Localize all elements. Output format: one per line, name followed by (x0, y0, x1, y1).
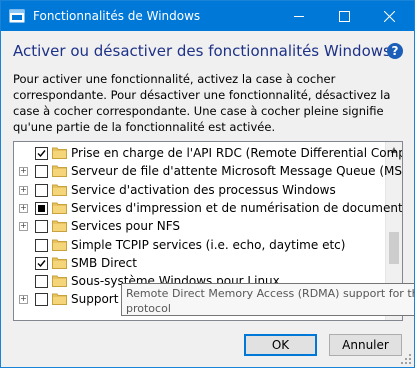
feature-label: Service d'activation des processus Windo… (71, 182, 336, 197)
feature-row[interactable]: + Serveur de file d'attente Microsoft Mes… (14, 162, 402, 180)
windows-features-dialog: Fonctionnalités de Windows Activer ou dé… (0, 0, 415, 368)
plus-expander-icon[interactable]: + (19, 222, 28, 232)
feature-label: Prise en charge de l'API RDC (Remote Dif… (71, 146, 403, 160)
folder-icon (52, 202, 67, 214)
feature-row[interactable]: + Services pour NFS (14, 217, 386, 235)
folder-icon (52, 293, 67, 306)
tooltip-line-1: Remote Direct Memory Access (RDMA) suppo… (126, 287, 415, 300)
tooltip-line-2: protocol (126, 302, 171, 315)
app-window-icon (9, 9, 25, 23)
resize-grip-icon[interactable] (401, 354, 411, 364)
folder-icon (52, 220, 67, 233)
folder-icon (52, 239, 67, 251)
feature-row[interactable]: Prise en charge de l'API RDC (Remote Dif… (14, 144, 402, 162)
feature-label: SMB Direct (71, 255, 137, 270)
folder-icon (52, 184, 67, 196)
feature-checkbox[interactable] (35, 275, 48, 289)
scroll-thumb[interactable] (389, 232, 399, 264)
feature-checkbox[interactable] (35, 183, 48, 197)
feature-label: Services pour NFS (71, 219, 181, 234)
checkmark-icon (37, 150, 46, 158)
folder-icon (52, 257, 67, 269)
feature-label: Services d'impression et de numérisation… (71, 200, 403, 215)
feature-tooltip: Remote Direct Memory Access (RDMA) suppo… (121, 283, 415, 316)
close-button[interactable] (367, 1, 412, 31)
ok-button[interactable]: OK (244, 334, 317, 356)
folder-icon (52, 147, 67, 159)
minimize-button[interactable] (277, 1, 322, 31)
checkmark-icon (37, 259, 46, 267)
instructions-text: Pour activer une fonctionnalité, activez… (13, 72, 391, 134)
help-icon[interactable]: ? (387, 43, 403, 59)
plus-expander-icon[interactable]: + (19, 167, 28, 177)
plus-expander-icon[interactable]: + (19, 295, 28, 305)
title-bar[interactable]: Fonctionnalités de Windows (1, 1, 414, 31)
partial-fill (38, 204, 45, 212)
feature-checkbox[interactable] (35, 201, 48, 215)
window-title: Fonctionnalités de Windows (33, 9, 201, 23)
feature-row[interactable]: + Services d'impression et de numérisatio… (14, 199, 402, 217)
dialog-heading: Activer ou désactiver des fonctionnalité… (13, 42, 391, 60)
feature-checkbox[interactable] (35, 220, 48, 234)
feature-label: Serveur de file d'attente Microsoft Mess… (71, 164, 403, 179)
folder-icon (52, 165, 67, 178)
cancel-button[interactable]: Annuler (329, 334, 402, 356)
feature-label: Simple TCPIP services (i.e. echo, daytim… (71, 237, 346, 252)
feature-checkbox[interactable] (35, 238, 48, 252)
plus-expander-icon[interactable]: + (19, 185, 28, 195)
feature-checkbox[interactable] (35, 256, 48, 270)
feature-checkbox[interactable] (35, 293, 48, 307)
folder-icon (52, 275, 67, 288)
feature-checkbox[interactable] (35, 165, 48, 179)
feature-row[interactable]: Simple TCPIP services (i.e. echo, daytim… (14, 236, 386, 254)
feature-row[interactable]: + Service d'activation des processus Wind… (14, 181, 386, 199)
close-icon (384, 11, 395, 22)
plus-expander-icon[interactable]: + (19, 203, 28, 213)
feature-row[interactable]: SMB Direct (14, 254, 386, 272)
feature-checkbox[interactable] (35, 147, 48, 160)
maximize-button[interactable] (322, 1, 367, 31)
